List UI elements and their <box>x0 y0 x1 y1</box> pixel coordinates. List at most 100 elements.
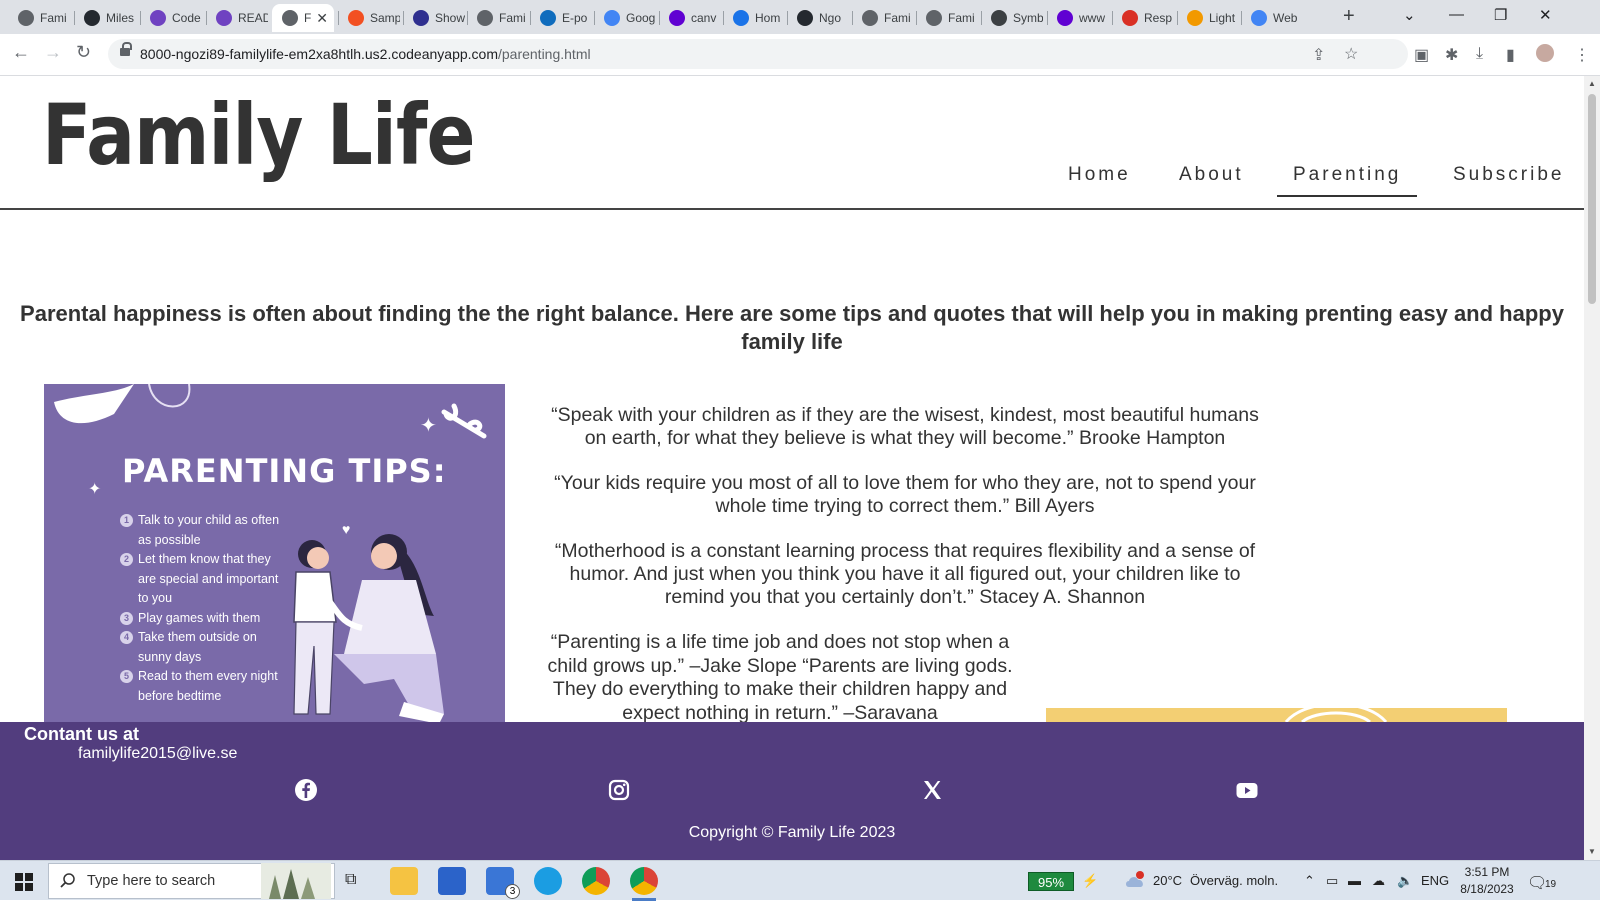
new-tab-button[interactable]: + <box>1343 5 1355 28</box>
browser-tab[interactable]: Ngo <box>787 4 849 32</box>
instagram-icon[interactable] <box>607 778 633 804</box>
tab-label: Goog <box>626 11 656 25</box>
url-path: /parenting.html <box>497 46 591 62</box>
tip-item: 5 Read to them every night before bedtime <box>120 667 280 706</box>
back-icon[interactable]: ← <box>12 42 30 63</box>
restore-icon[interactable]: ❐ <box>1494 6 1507 24</box>
nav-subscribe[interactable]: Subscribe <box>1453 164 1565 186</box>
browser-tab[interactable]: Symb <box>981 4 1043 32</box>
weather-description[interactable]: Överväg. moln. <box>1190 873 1278 888</box>
browser-tab[interactable]: Miles <box>74 4 136 32</box>
browser-tab[interactable]: Fami <box>467 4 529 32</box>
share-icon[interactable]: ⇪ <box>1312 45 1325 65</box>
tip-item: 4 Take them outside on sunny days <box>120 628 280 667</box>
nav-home[interactable]: Home <box>1068 164 1131 186</box>
weather-temperature[interactable]: 20°C <box>1153 873 1182 888</box>
translate-icon <box>604 10 620 26</box>
tray-battery-icon[interactable]: ▬ <box>1348 873 1361 888</box>
task-view-icon[interactable]: ⧉ <box>345 871 356 889</box>
tab-label: Miles <box>106 11 135 25</box>
browser-tab[interactable]: Samp <box>338 4 400 32</box>
browser-tab[interactable]: Code <box>140 4 202 32</box>
browser-tab[interactable]: Fami <box>852 4 914 32</box>
lighthouse-icon <box>1187 10 1203 26</box>
youtube-icon[interactable] <box>1235 778 1261 804</box>
browser-tab[interactable]: www <box>1047 4 1109 32</box>
edge-icon[interactable] <box>534 867 562 895</box>
language-indicator[interactable]: ENG <box>1421 873 1449 888</box>
side-panel-icon[interactable]: ▮ <box>1506 45 1515 65</box>
browser-tab[interactable]: Hom <box>723 4 785 32</box>
tab-label: Show <box>435 11 465 25</box>
close-tab-icon[interactable]: ✕ <box>316 10 328 27</box>
tab-label: Light <box>1209 11 1236 25</box>
tab-label: Symb <box>1013 11 1043 25</box>
tray-device-icon[interactable]: ▭ <box>1326 873 1338 889</box>
page-scrollbar[interactable]: ▲ ▼ <box>1584 76 1600 860</box>
nav-parenting[interactable]: Parenting <box>1276 164 1418 197</box>
scroll-thumb[interactable] <box>1588 94 1596 304</box>
browser-tab[interactable]: Show <box>403 4 465 32</box>
browser-tab[interactable]: Web <box>1241 4 1303 32</box>
search-highlight-image <box>261 863 331 899</box>
file-explorer-icon[interactable] <box>390 867 418 895</box>
browser-tab[interactable]: Resp <box>1112 4 1174 32</box>
tab-label: Web <box>1273 11 1298 25</box>
chrome-profile-icon[interactable] <box>630 867 658 901</box>
browser-tab[interactable]: F ✕ <box>272 4 334 32</box>
tab-label: Fami <box>40 11 67 25</box>
url-text[interactable]: 8000-ngozi89-familylife-em2xa8htlh.us2.c… <box>140 46 591 62</box>
tip-text: Take them outside on sunny days <box>138 630 257 664</box>
facebook-icon[interactable] <box>294 778 320 804</box>
browser-tab[interactable]: Goog <box>594 4 656 32</box>
mother-figure <box>334 534 444 724</box>
taskbar-search-box[interactable]: Type here to search <box>48 863 335 899</box>
tips-list: 1 Talk to your child as often as possible… <box>120 511 280 706</box>
weather-cloud-icon[interactable] <box>1124 871 1148 891</box>
svg-text:✦: ✦ <box>88 481 101 498</box>
microsoft-store-icon[interactable] <box>438 867 466 895</box>
smiley-icon <box>991 10 1007 26</box>
address-bar[interactable]: 8000-ngozi89-familylife-em2xa8htlh.us2.c… <box>108 39 1408 69</box>
mail-icon[interactable]: 3 <box>486 867 520 899</box>
quotes-section: “Speak with your children as if they are… <box>540 404 1270 631</box>
logo-icon <box>413 10 429 26</box>
tab-label: Fami <box>884 11 911 25</box>
tip-text: Talk to your child as often as possible <box>138 513 280 547</box>
profile-avatar[interactable] <box>1536 44 1554 62</box>
browser-tab[interactable]: canv <box>659 4 721 32</box>
chrome-icon[interactable] <box>582 867 610 895</box>
tray-chevron-up-icon[interactable]: ⌃ <box>1304 873 1315 889</box>
browser-tab[interactable]: Fami <box>8 4 70 32</box>
scroll-down-icon[interactable]: ▼ <box>1588 847 1596 856</box>
reload-icon[interactable]: ↻ <box>76 42 91 63</box>
site-logo[interactable]: Family Life <box>42 86 476 184</box>
tray-cloud-icon[interactable]: ☁ <box>1372 873 1385 889</box>
c-icon <box>733 10 749 26</box>
close-window-icon[interactable]: ✕ <box>1539 6 1552 24</box>
forward-icon[interactable]: → <box>44 42 62 63</box>
extension-icon[interactable]: ▣ <box>1414 45 1429 65</box>
nav-about[interactable]: About <box>1179 164 1244 186</box>
browser-tab[interactable]: Fami <box>916 4 978 32</box>
cube-icon <box>150 10 166 26</box>
minimize-icon[interactable]: — <box>1449 6 1464 23</box>
x-icon[interactable] <box>920 778 946 804</box>
tab-label: canv <box>691 11 717 25</box>
volume-icon[interactable]: 🔈 <box>1397 873 1413 889</box>
contact-email-link[interactable]: familylife2015@live.se <box>78 745 237 763</box>
parenting-tips-image: ✦ ✦ ♥ PARENTING TIPS: 1 Talk to your chi… <box>44 384 505 744</box>
quote: “Motherhood is a constant learning proce… <box>554 540 1256 608</box>
battery-percentage[interactable]: 95% <box>1028 872 1074 891</box>
tab-search-icon[interactable]: ⌄ <box>1403 6 1416 24</box>
download-icon[interactable]: ⤓ <box>1476 45 1483 63</box>
system-clock[interactable]: 3:51 PM 8/18/2023 <box>1458 864 1516 898</box>
browser-tab[interactable]: Light <box>1177 4 1239 32</box>
puzzle-icon[interactable]: ✱ <box>1445 45 1458 65</box>
windows-start-icon[interactable] <box>15 873 33 891</box>
bookmark-star-icon[interactable]: ☆ <box>1344 44 1358 64</box>
browser-tab[interactable]: E-po <box>530 4 592 32</box>
browser-tab[interactable]: READ <box>206 4 268 32</box>
scroll-up-icon[interactable]: ▲ <box>1588 79 1596 88</box>
menu-icon[interactable]: ⋮ <box>1574 45 1590 65</box>
